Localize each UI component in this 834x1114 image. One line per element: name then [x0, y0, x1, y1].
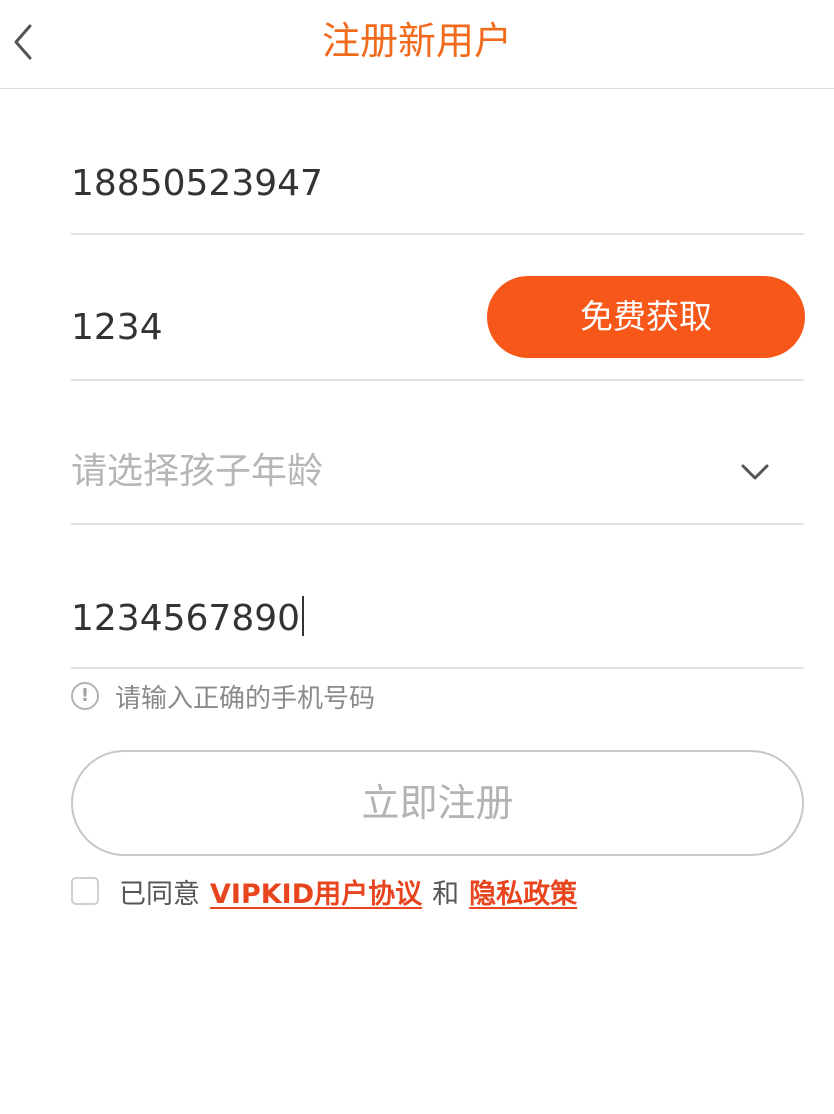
phone-field[interactable]: 18850523947	[71, 140, 804, 235]
get-code-button[interactable]: 免费获取	[487, 276, 805, 358]
child-age-placeholder[interactable]: 请选择孩子年龄	[71, 450, 323, 494]
text-cursor	[302, 596, 305, 636]
mobile-input-value: 1234567890	[71, 598, 301, 639]
child-age-select[interactable]: 请选择孩子年龄	[71, 430, 804, 525]
header: 注册新用户	[0, 0, 834, 89]
error-message-row: ! 请输入正确的手机号码	[71, 678, 375, 714]
agreement-checkbox[interactable]	[71, 877, 99, 905]
register-button[interactable]: 立即注册	[71, 750, 804, 856]
mobile-input[interactable]: 1234567890	[71, 596, 305, 641]
privacy-policy-link[interactable]: 隐私政策	[469, 872, 577, 911]
chevron-down-icon[interactable]	[740, 462, 770, 482]
verification-code-input[interactable]: 1234	[71, 306, 163, 350]
exclamation-circle-icon: !	[71, 682, 99, 710]
agreement-prefix: 已同意	[119, 878, 200, 910]
agreement-row: 已同意 VIPKID用户协议 和 隐私政策	[71, 870, 577, 912]
phone-input[interactable]: 18850523947	[71, 162, 323, 206]
mobile-field[interactable]: 1234567890	[71, 574, 804, 669]
page-title: 注册新用户	[321, 19, 512, 63]
error-message: 请输入正确的手机号码	[115, 683, 376, 714]
agreement-conjunction: 和	[432, 878, 460, 910]
verification-code-field[interactable]: 1234 免费获取	[71, 276, 805, 381]
user-agreement-link[interactable]: VIPKID用户协议	[210, 872, 422, 911]
